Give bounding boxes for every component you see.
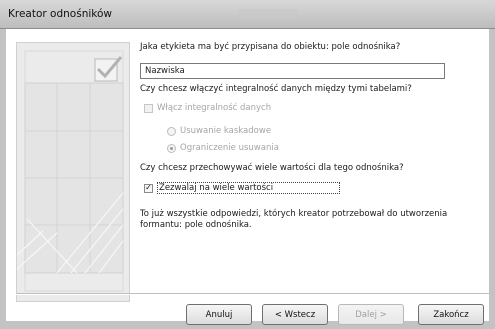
title-bar-blur	[238, 9, 298, 18]
cascade-delete-label: Usuwanie kaskadowe	[180, 126, 272, 136]
wizard-illustration	[16, 42, 130, 302]
back-button-label: < Wstecz	[274, 309, 316, 320]
checkbox-box[interactable]	[144, 103, 153, 113]
restrict-delete-radio[interactable]: Ograniczenie usuwania	[167, 143, 279, 153]
allow-multiple-values-checkbox[interactable]: ✓ Zezwalaj na wiele wartości	[144, 182, 341, 194]
wizard-client-area: Jaka etykieta ma być przypisana do obiek…	[6, 29, 489, 325]
completion-message: To już wszystkie odpowiedzi, których kre…	[140, 209, 448, 230]
finish-button[interactable]: Zakończ	[418, 304, 484, 325]
cancel-button-label: Anuluj	[205, 309, 233, 320]
multi-values-question: Czy chcesz przechowywać wiele wartości d…	[140, 163, 404, 173]
back-button[interactable]: < Wstecz	[262, 304, 328, 325]
checkmark-table-icon	[17, 50, 124, 292]
restrict-delete-label: Ograniczenie usuwania	[180, 143, 279, 153]
label-question: Jaka etykieta ma być przypisana do obiek…	[140, 42, 401, 52]
finish-button-label: Zakończ	[433, 309, 469, 320]
footer-divider-highlight	[16, 294, 489, 295]
radio-dot-selected[interactable]	[167, 143, 176, 153]
cancel-button[interactable]: Anuluj	[186, 304, 252, 325]
window-title: Kreator odnośników	[8, 8, 112, 20]
check-icon[interactable]: ✓	[144, 183, 153, 193]
cascade-delete-radio[interactable]: Usuwanie kaskadowe	[167, 126, 271, 136]
enable-integrity-label: Włącz integralność danych	[157, 103, 272, 113]
enable-integrity-checkbox[interactable]: Włącz integralność danych	[144, 103, 271, 113]
window-frame-right	[489, 29, 495, 329]
title-bar[interactable]: Kreator odnośników	[0, 0, 495, 29]
integrity-question: Czy chcesz włączyć integralność danych m…	[140, 84, 412, 94]
radio-dot[interactable]	[167, 126, 176, 136]
next-button[interactable]: Dalej >	[338, 304, 404, 325]
next-button-label: Dalej >	[355, 309, 387, 320]
label-input[interactable]: Nazwiska	[140, 63, 445, 79]
allow-multiple-values-label: Zezwalaj na wiele wartości	[157, 182, 341, 194]
